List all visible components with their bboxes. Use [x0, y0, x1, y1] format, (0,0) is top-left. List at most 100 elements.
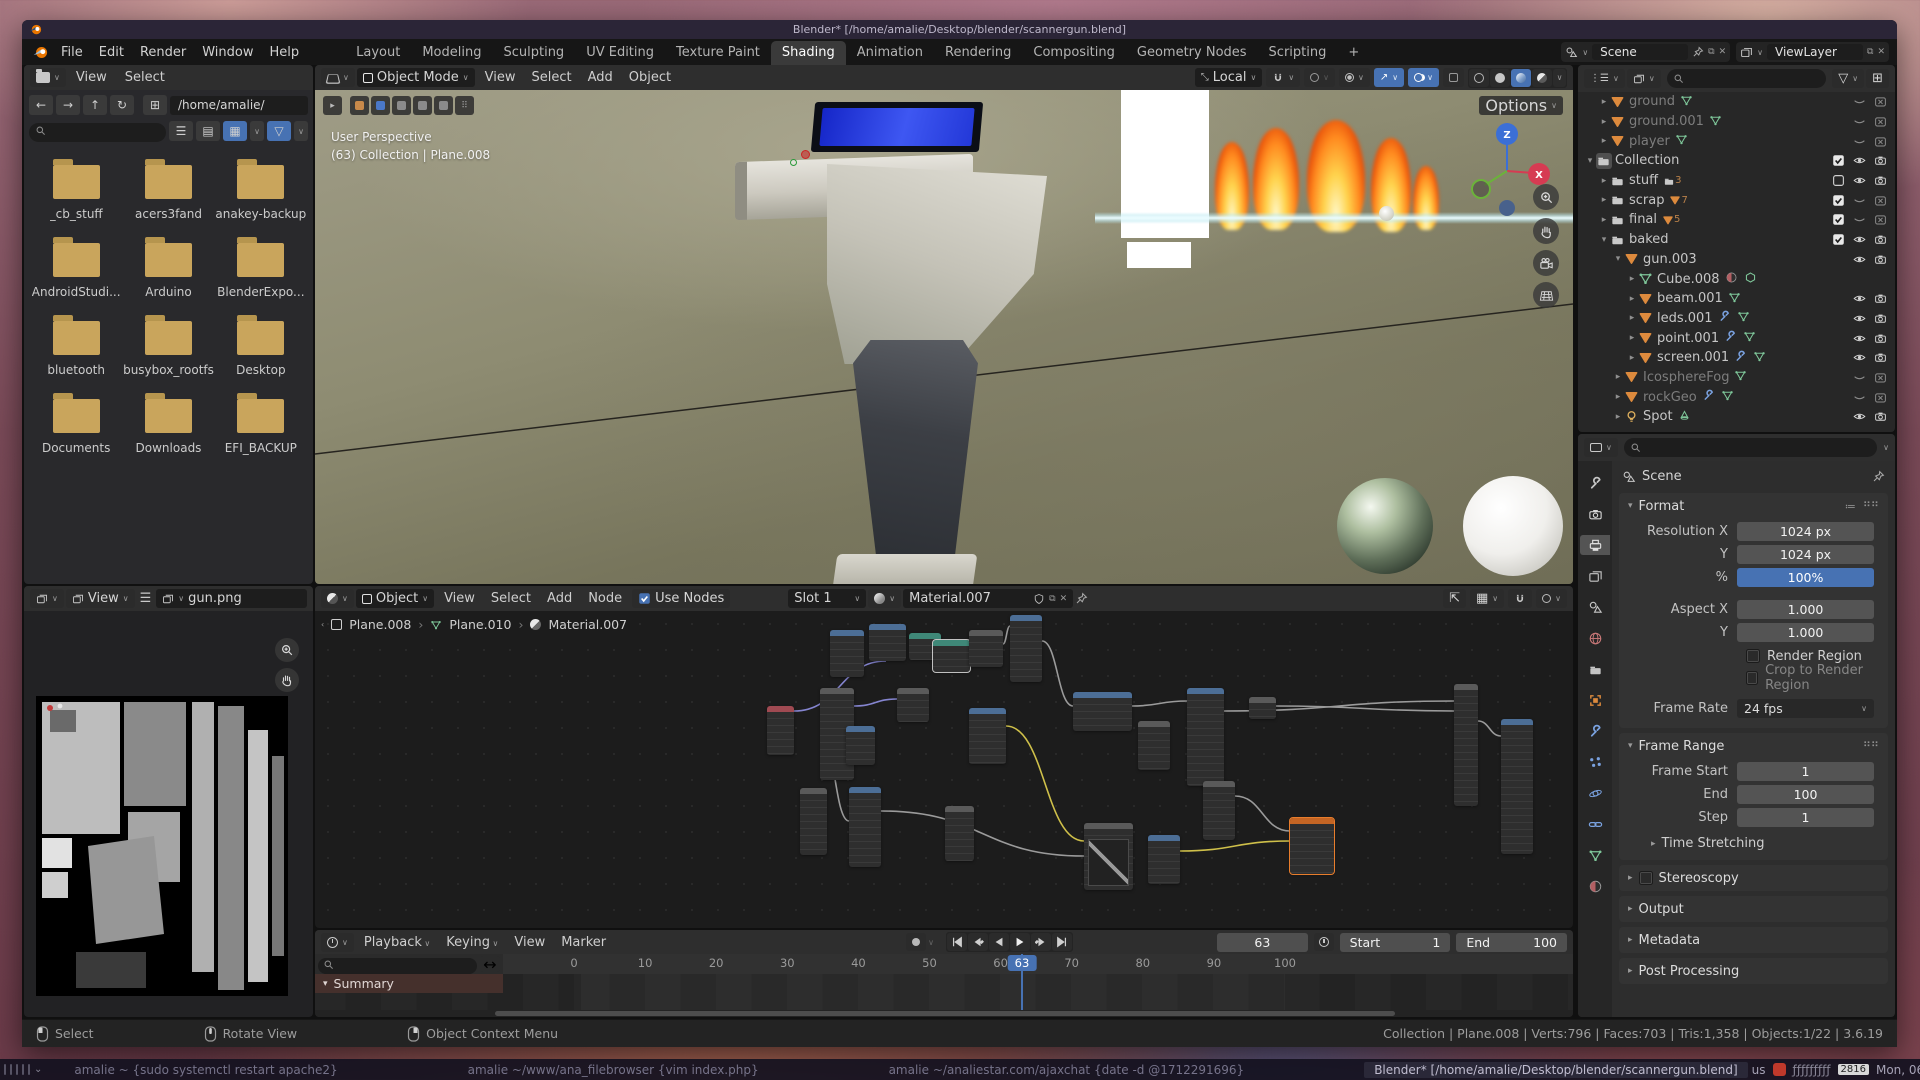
timeline-ruler[interactable]: 0102030405060708090100: [315, 954, 1573, 974]
properties-pin-icon[interactable]: [1872, 470, 1885, 483]
end-field[interactable]: 100: [1737, 785, 1874, 804]
material-name-field[interactable]: Material.007 ⧉ ✕: [903, 589, 1073, 608]
shader-node[interactable]: [1203, 781, 1235, 840]
outliner-row[interactable]: ▸leds.001: [1578, 309, 1895, 329]
channel-search-input[interactable]: [318, 958, 477, 974]
fb-new-folder-icon[interactable]: ⊞: [143, 95, 167, 115]
--field[interactable]: 100%: [1737, 568, 1874, 587]
properties-tab-tool[interactable]: [1580, 473, 1610, 493]
outliner-search-input[interactable]: [1667, 69, 1827, 88]
editor-type-outliner[interactable]: ⋮☰∨: [1584, 69, 1625, 88]
scene-unlink-icon[interactable]: ✕: [1719, 47, 1727, 57]
aspect-x-field[interactable]: 1.000: [1737, 600, 1874, 619]
eye-closed-icon[interactable]: [1849, 212, 1870, 228]
material-icon-button[interactable]: ∨: [868, 589, 901, 608]
ne-fit-icon[interactable]: ⇱: [1443, 589, 1466, 608]
expand-icon[interactable]: ▸: [1612, 412, 1624, 422]
shader-node[interactable]: [897, 688, 929, 722]
shader-pin-icon[interactable]: [1075, 592, 1088, 605]
editor-type-file-browser[interactable]: ∨: [30, 68, 66, 87]
frame-end-field[interactable]: End100: [1456, 933, 1567, 952]
pin-icon[interactable]: [1692, 46, 1704, 58]
topbar-menu-edit[interactable]: Edit: [91, 43, 132, 62]
render-region-checkbox[interactable]: [1746, 649, 1760, 663]
summary-channel[interactable]: ▾Summary: [315, 974, 503, 993]
mode-selector[interactable]: Object Mode∨: [357, 68, 475, 87]
folder-item[interactable]: Downloads: [122, 391, 214, 455]
collapse-icon[interactable]: ▾: [1584, 156, 1596, 166]
paint-mask-3-icon[interactable]: [392, 96, 411, 115]
play-button[interactable]: [1010, 933, 1030, 951]
folder-item[interactable]: AndroidStudi...: [30, 235, 122, 299]
expand-icon[interactable]: ▸: [1612, 372, 1624, 382]
shader-type-selector[interactable]: Object∨: [356, 589, 434, 608]
tab-+[interactable]: +: [1337, 41, 1370, 65]
time-stretching-header[interactable]: ▸Time Stretching: [1651, 836, 1888, 851]
taskbar-chevron-icon[interactable]: ⌄: [34, 1064, 42, 1075]
checkbox-on-icon[interactable]: [1828, 212, 1849, 228]
properties-tab-particles[interactable]: [1580, 752, 1610, 772]
folder-item[interactable]: Arduino: [122, 235, 214, 299]
fb-filter-caret[interactable]: ∨: [294, 121, 308, 141]
grid-ortho-button[interactable]: [1533, 282, 1559, 308]
topbar-menu-help[interactable]: Help: [262, 43, 308, 62]
crop-to-render-region-checkbox[interactable]: [1746, 671, 1758, 685]
noise-texture-small[interactable]: [1127, 242, 1191, 268]
eye-closed-icon[interactable]: [1849, 114, 1870, 130]
outliner-row[interactable]: ▸IcosphereFog: [1578, 368, 1895, 388]
expand-icon[interactable]: ▸: [1626, 313, 1638, 323]
tl-menu-marker[interactable]: Marker: [553, 933, 614, 952]
view-object-types-toggle[interactable]: ∨: [1339, 68, 1370, 87]
fb-search-input[interactable]: [29, 123, 166, 142]
material-copy-icon[interactable]: ⧉: [1049, 594, 1055, 604]
expand-icon[interactable]: ▸: [1626, 333, 1638, 343]
camera-icon[interactable]: [1870, 350, 1891, 366]
paint-mask-5-icon[interactable]: [434, 96, 453, 115]
image-pan-button[interactable]: [275, 668, 299, 692]
format-panel-header[interactable]: ▾Format ≔⠛⠛: [1619, 493, 1888, 519]
camera-disabled-icon[interactable]: [1870, 133, 1891, 149]
folder-item[interactable]: bluetooth: [30, 313, 122, 377]
shader-node[interactable]: [1148, 835, 1180, 884]
outliner-row[interactable]: ▸rockGeo: [1578, 387, 1895, 407]
fb-back-icon[interactable]: ←: [29, 95, 53, 115]
properties-options-caret[interactable]: ∨: [1883, 443, 1889, 452]
folder-item[interactable]: BlenderExpo...: [215, 235, 307, 299]
outliner-new-collection-icon[interactable]: ⊞: [1866, 69, 1889, 88]
tab-uv-editing[interactable]: UV Editing: [575, 41, 665, 65]
tl-menu-view[interactable]: View: [506, 933, 553, 952]
tab-sculpting[interactable]: Sculpting: [492, 41, 575, 65]
shader-node[interactable]: [869, 624, 906, 661]
fb-display-thumbs-icon[interactable]: ▦: [223, 121, 247, 141]
topbar-menu-window[interactable]: Window: [194, 43, 261, 62]
properties-tab-scene[interactable]: [1580, 597, 1610, 617]
jump-end-button[interactable]: [1052, 933, 1072, 951]
shader-node[interactable]: [969, 708, 1006, 764]
y-field[interactable]: 1024 px: [1737, 545, 1874, 564]
tool-expand-icon[interactable]: ▸: [323, 96, 342, 115]
eye-icon[interactable]: [1849, 251, 1870, 267]
ne-menu-node[interactable]: Node: [580, 589, 630, 608]
folder-item[interactable]: anakey-backup: [215, 157, 307, 221]
expand-icon[interactable]: ▸: [1598, 117, 1610, 127]
editor-type-shader[interactable]: ∨: [321, 589, 354, 608]
image-zoom-button[interactable]: [275, 638, 299, 662]
paint-mask-2-icon[interactable]: [371, 96, 390, 115]
folder-item[interactable]: _cb_stuff: [30, 157, 122, 221]
camera-icon[interactable]: [1870, 330, 1891, 346]
shader-node[interactable]: [767, 706, 794, 755]
shader-node[interactable]: [800, 788, 827, 855]
expand-icon[interactable]: ▸: [1598, 195, 1610, 205]
ne-menu-add[interactable]: Add: [539, 589, 580, 608]
shader-node[interactable]: [933, 640, 970, 672]
workspace-3-icon[interactable]: [16, 1064, 18, 1075]
expand-icon[interactable]: ▸: [1598, 215, 1610, 225]
format-drag-icon[interactable]: ⠛⠛: [1863, 500, 1879, 513]
metadata-header[interactable]: ▸Metadata: [1619, 927, 1888, 953]
camera-icon[interactable]: [1870, 291, 1891, 307]
options-button[interactable]: Options∨: [1479, 96, 1563, 115]
vp-menu-add[interactable]: Add: [580, 68, 621, 87]
ne-menu-select[interactable]: Select: [483, 589, 539, 608]
viewlayer-remove-icon[interactable]: ✕: [1877, 47, 1885, 57]
shader-node[interactable]: [830, 630, 864, 677]
